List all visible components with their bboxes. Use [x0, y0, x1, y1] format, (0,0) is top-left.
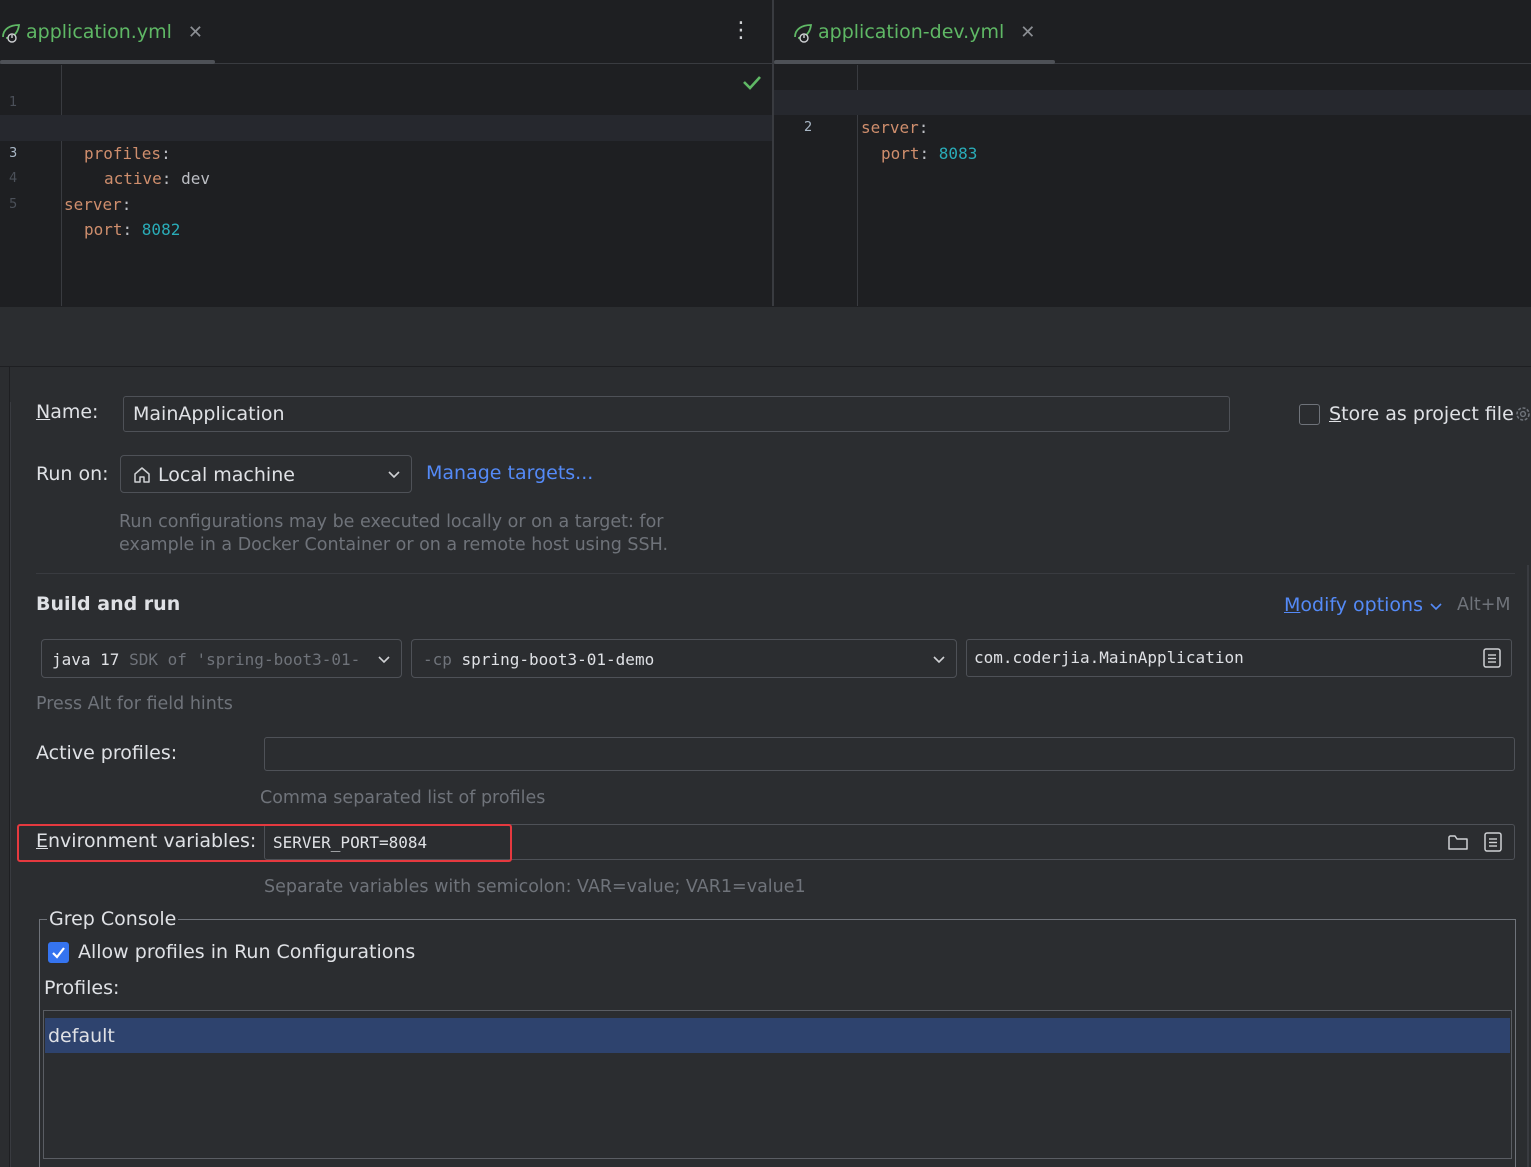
modify-options-shortcut: Alt+M: [1457, 595, 1511, 615]
checkmark-icon: [52, 947, 65, 959]
profiles-label: Profiles:: [44, 977, 120, 999]
tab-application-yml[interactable]: application.yml ✕: [0, 0, 203, 64]
run-on-dropdown[interactable]: Local machine: [120, 455, 412, 493]
manage-targets-link[interactable]: Manage targets...: [426, 462, 593, 484]
classpath-prefix: -cp: [423, 650, 452, 669]
editor-pane-application-yml[interactable]: application.yml ✕ ⋮ 1 spring: 2 profiles…: [0, 0, 772, 306]
classpath-value: spring-boot3-01-demo: [461, 650, 655, 669]
yaml-value: 8083: [938, 143, 978, 163]
field-hints-hint: Press Alt for field hints: [36, 694, 233, 714]
editor-tabbar: application.yml ✕ ⋮: [0, 0, 772, 64]
more-options-icon[interactable]: ⋮: [730, 20, 752, 42]
spring-yaml-file-icon: [794, 24, 813, 43]
chevron-down-icon: [378, 655, 390, 663]
run-on-value: Local machine: [158, 464, 295, 486]
jdk-dropdown[interactable]: java 17 SDK of 'spring-boot3-01-: [41, 639, 402, 678]
code-line: 5 port: 8082: [0, 166, 772, 240]
active-profiles-hint: Comma separated list of profiles: [260, 788, 546, 808]
divider: [10, 402, 11, 1167]
chevron-down-icon: [388, 471, 400, 479]
code-line: 1 server:: [774, 64, 1531, 138]
code-line-current: 3 active: dev: [0, 115, 772, 188]
grep-console-legend: Grep Console: [47, 908, 179, 930]
editor-tabbar: application-dev.yml ✕: [774, 0, 1531, 64]
divider: [36, 573, 1515, 574]
yaml-key: port: [84, 220, 123, 239]
active-profiles-input[interactable]: [264, 737, 1515, 771]
jdk-description: SDK of 'spring-boot3-01-: [129, 650, 361, 669]
allow-profiles-checkbox[interactable]: [48, 942, 69, 963]
tab-application-dev-yml[interactable]: application-dev.yml ✕: [792, 0, 1035, 64]
chevron-down-icon: [1430, 603, 1442, 611]
browse-document-icon[interactable]: [1481, 647, 1503, 669]
browse-document-icon[interactable]: [1482, 831, 1504, 853]
name-input-value: MainApplication: [133, 403, 285, 425]
folder-icon[interactable]: [1447, 831, 1469, 853]
environment-variables-hint: Separate variables with semicolon: VAR=v…: [264, 877, 806, 897]
spring-yaml-file-icon: [2, 24, 21, 43]
close-icon[interactable]: ✕: [188, 22, 203, 43]
tab-label: application.yml: [26, 21, 172, 43]
modify-options-link[interactable]: Modify options: [1284, 594, 1423, 616]
code-line: 1 spring:: [0, 64, 772, 138]
run-on-hint-line-2: example in a Docker Container or on a re…: [119, 535, 669, 555]
dialog-header: [0, 306, 1531, 367]
profile-name: default: [48, 1024, 115, 1047]
main-class-value: com.coderjia.MainApplication: [974, 648, 1244, 667]
allow-profiles-label[interactable]: Allow profiles in Run Configurations: [78, 941, 415, 963]
store-as-project-file-checkbox[interactable]: [1299, 404, 1320, 425]
main-class-input[interactable]: com.coderjia.MainApplication: [966, 639, 1512, 677]
tab-label: application-dev.yml: [818, 21, 1005, 43]
line-number: 5: [9, 196, 18, 212]
editor-pane-application-dev-yml[interactable]: application-dev.yml ✕ 1 server: 2 port: …: [774, 0, 1531, 306]
run-on-hint-line-1: Run configurations may be executed local…: [119, 512, 664, 532]
yaml-key: server: [64, 194, 122, 214]
configurations-tree-edge: [0, 367, 10, 1167]
chevron-down-icon: [933, 655, 945, 663]
code-line: 4 server:: [0, 141, 772, 214]
yaml-value: 8082: [141, 220, 181, 239]
active-profiles-label: Active profiles:: [36, 742, 178, 764]
gear-icon[interactable]: [1513, 403, 1531, 425]
jdk-value: java 17: [52, 650, 120, 669]
run-on-label: Run on:: [36, 463, 109, 485]
classpath-module-dropdown[interactable]: -cp spring-boot3-01-demo: [411, 639, 957, 678]
close-icon[interactable]: ✕: [1020, 22, 1035, 43]
yaml-key: server: [861, 118, 919, 137]
highlight-annotation-box: [17, 824, 512, 862]
list-item[interactable]: default: [45, 1018, 1510, 1053]
yaml-key: port: [881, 143, 920, 163]
name-label: Name:: [36, 401, 99, 423]
profiles-list[interactable]: default: [43, 1010, 1512, 1159]
build-and-run-title: Build and run: [36, 593, 181, 615]
scrollbar[interactable]: [1527, 565, 1529, 1167]
home-icon: [134, 467, 150, 483]
code-line-current: 2 port: 8083: [774, 89, 1531, 163]
name-input[interactable]: MainApplication: [123, 396, 1230, 432]
code-line: 2 profiles:: [0, 90, 772, 163]
store-as-project-file-label[interactable]: Store as project file: [1329, 403, 1514, 425]
line-number: 2: [804, 120, 813, 135]
